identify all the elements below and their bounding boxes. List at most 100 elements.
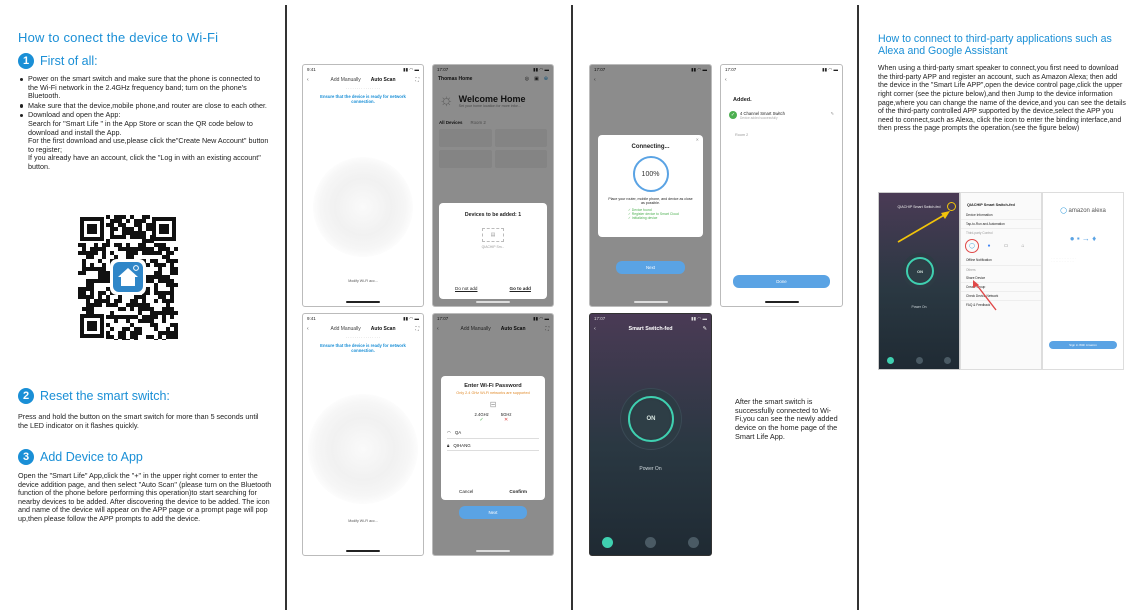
close-icon[interactable]: ✕: [696, 137, 699, 142]
clock: 17:07: [725, 67, 737, 72]
qr-module: [78, 287, 82, 291]
qr-module: [170, 299, 174, 303]
scan-icon[interactable]: ⛶: [415, 326, 419, 332]
qr-module: [118, 219, 122, 223]
qr-module: [98, 291, 102, 295]
timer-tab-icon[interactable]: [645, 537, 656, 548]
qr-module: [118, 315, 122, 319]
next-button[interactable]: Next: [459, 506, 527, 519]
qr-module: [106, 315, 110, 319]
modify-wifi-link[interactable]: Modify Wi-Fi acc...: [303, 279, 423, 283]
added-device-row[interactable]: ✓ 4 Channel Smart Switch Device added su…: [729, 111, 834, 120]
mini-timer-tab-icon[interactable]: [915, 357, 923, 364]
third-party-icons: ◯ ● ▭ ⌂: [961, 237, 1041, 255]
info-item-check-network[interactable]: Check Device Network: [961, 292, 1041, 301]
qr-module: [166, 275, 170, 279]
wifi-password-value: QIHANG: [453, 442, 471, 448]
device-icon[interactable]: ▤: [482, 228, 504, 242]
qr-module: [158, 275, 162, 279]
back-icon[interactable]: ‹: [307, 77, 309, 83]
back-icon[interactable]: ‹: [307, 326, 309, 332]
info-item-tap-to-run[interactable]: Tap-to-Run and Automation: [961, 220, 1041, 229]
settings-tab-icon[interactable]: [688, 537, 699, 548]
mini-switch-phone: QIACHIP Smart Switch-fed ON Power On: [878, 192, 960, 370]
tab-add-manually[interactable]: Add Manually: [330, 326, 360, 332]
tab-auto-scan[interactable]: Auto Scan: [371, 77, 396, 83]
qr-module: [114, 299, 118, 303]
tab-add-manually[interactable]: Add Manually: [330, 77, 360, 83]
qr-module: [138, 331, 142, 335]
qr-module: [142, 251, 146, 255]
qr-module: [142, 303, 146, 307]
qr-module: [138, 227, 142, 231]
tab-auto-scan[interactable]: Auto Scan: [371, 326, 396, 332]
qr-module: [146, 307, 150, 311]
qr-module: [162, 247, 166, 251]
scan-icon[interactable]: ⛶: [415, 77, 419, 83]
google-assistant-icon[interactable]: ●: [982, 239, 996, 253]
qr-module: [174, 311, 178, 315]
room-label[interactable]: Room 2: [735, 133, 842, 137]
qr-module: [170, 251, 174, 255]
smart-home-icon[interactable]: ▭: [999, 239, 1013, 253]
qr-module: [162, 255, 166, 259]
modify-wifi-link[interactable]: Modify Wi-Fi acc...: [303, 519, 423, 523]
wifi-name-field[interactable]: ◠ QA: [447, 430, 539, 439]
info-item-offline-notification[interactable]: Offline Notification: [961, 255, 1041, 266]
qr-code[interactable]: [78, 215, 178, 340]
info-item-share-device[interactable]: Share Device: [961, 274, 1041, 283]
do-not-add-button[interactable]: Do not add: [455, 286, 477, 291]
qr-module: [106, 271, 110, 275]
done-button[interactable]: Done: [733, 275, 830, 288]
wifi-password-field[interactable]: 🔒︎ QIHANG: [447, 443, 539, 451]
scan-radar: [313, 157, 413, 257]
qr-module: [86, 299, 90, 303]
qr-module: [154, 251, 158, 255]
step-2-heading: 2 Reset the smart switch:: [18, 388, 170, 404]
qr-module: [126, 327, 130, 331]
mini-settings-tab-icon[interactable]: [944, 357, 951, 364]
qr-module: [162, 295, 166, 299]
qr-module: [130, 251, 134, 255]
qr-module: [154, 315, 158, 319]
qr-module: [146, 223, 150, 227]
edit-icon[interactable]: ✎: [702, 326, 707, 332]
qr-module: [126, 227, 130, 231]
mini-power-tab-icon[interactable]: [887, 357, 894, 364]
qr-module: [158, 291, 162, 295]
confirm-button[interactable]: Confirm: [509, 489, 527, 494]
alexa-screenshots: QIACHIP Smart Switch-fed ON Power On QIA…: [878, 192, 1126, 372]
qr-module: [158, 335, 162, 339]
qr-module: [166, 291, 170, 295]
info-item-create-group[interactable]: Create Group: [961, 283, 1041, 292]
divider-3: [857, 5, 859, 610]
step-1-heading: 1 First of all:: [18, 53, 270, 69]
qr-module: [130, 231, 134, 235]
back-icon[interactable]: ‹: [725, 77, 727, 83]
sign-in-amazon-button[interactable]: Sign in With Amazon: [1049, 341, 1117, 349]
qr-module: [146, 315, 150, 319]
qr-module: [170, 331, 174, 335]
back-icon[interactable]: ‹: [594, 326, 596, 332]
cancel-button[interactable]: Cancel: [459, 489, 473, 494]
go-to-add-button[interactable]: Go to add: [510, 286, 531, 291]
power-on-button[interactable]: ON: [628, 396, 674, 442]
power-tab-icon[interactable]: [602, 537, 613, 548]
info-item-device-information[interactable]: Device Information: [961, 211, 1041, 220]
home-indicator: [633, 301, 668, 303]
home-icon[interactable]: ⌂: [1016, 239, 1030, 253]
success-check-icon: ✓: [729, 111, 737, 119]
qr-module: [110, 251, 114, 255]
devices-to-add-modal: Devices to be added: 1 ▤ QIACHIP Sm... D…: [439, 203, 547, 299]
info-item-faq[interactable]: FAQ & Feedback: [961, 301, 1041, 309]
qr-module: [130, 331, 134, 335]
edit-icon[interactable]: ✎: [830, 111, 834, 116]
qr-module: [150, 311, 154, 315]
qr-module: [146, 247, 150, 251]
qr-module: [114, 319, 118, 323]
next-button[interactable]: Next: [616, 261, 685, 274]
qr-module: [122, 339, 126, 340]
alexa-icon[interactable]: ◯: [965, 239, 979, 253]
qr-module: [110, 335, 114, 339]
mini-on-button[interactable]: ON: [906, 257, 934, 285]
